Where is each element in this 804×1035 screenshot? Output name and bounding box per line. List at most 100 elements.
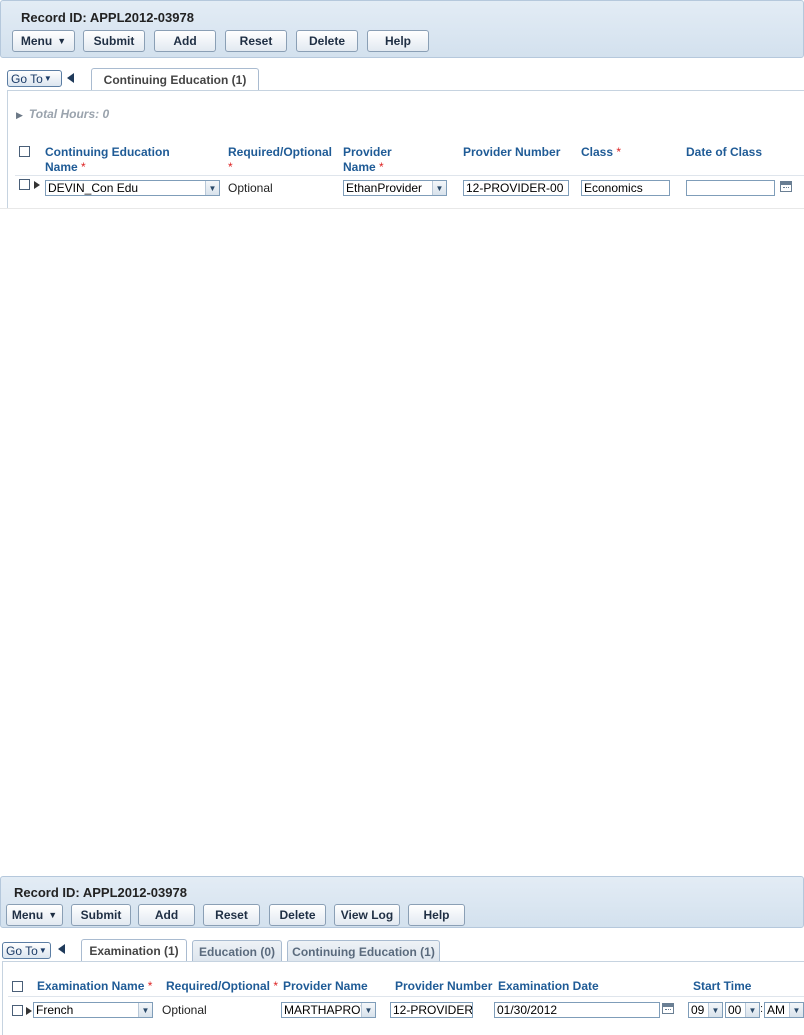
column-header-provider-line1: Provider [343, 145, 392, 159]
tab-label: Examination (1) [89, 944, 179, 958]
goto-label: Go To [11, 71, 43, 86]
tab-label: Continuing Education (1) [292, 944, 435, 959]
provider-name-select[interactable]: EthanProvider ▼ [343, 180, 447, 196]
column-header-date-of-class[interactable]: Date of Class [686, 145, 762, 160]
total-hours-toggle[interactable]: ▶ Total Hours: 0 [16, 107, 109, 121]
time-separator: : [760, 1003, 764, 1015]
column-header-name-line1: Continuing Education [45, 145, 170, 159]
menu-button-label: Menu [11, 908, 44, 922]
header-divider [15, 175, 804, 176]
row-expand-icon[interactable] [26, 1007, 32, 1015]
start-minute-value: 00 [728, 1003, 742, 1017]
delete-button[interactable]: Delete [269, 904, 326, 926]
provider-number-input[interactable]: 12-PROVIDER-00 [463, 180, 569, 196]
required-marker: * [147, 979, 153, 993]
reset-button[interactable]: Reset [225, 30, 287, 52]
header-divider [8, 996, 804, 997]
provider-number-input[interactable]: 12-PROVIDER- [390, 1002, 473, 1018]
goto-label: Go To [6, 943, 38, 958]
required-optional-value: Optional [228, 181, 273, 195]
start-ampm-select[interactable]: AM ▼ [764, 1002, 804, 1018]
required-marker: * [81, 160, 86, 174]
tab-education[interactable]: Education (0) [192, 940, 282, 962]
start-ampm-value: AM [767, 1003, 785, 1017]
chevron-down-icon: ▼ [361, 1003, 375, 1017]
column-header-provider-number[interactable]: Provider Number [395, 979, 492, 994]
column-header-provider-name[interactable]: Provider Name * [343, 145, 392, 175]
column-header-required-optional[interactable]: Required/Optional * [228, 145, 332, 175]
tab-continuing-education[interactable]: Continuing Education (1) [287, 940, 440, 962]
start-hour-select[interactable]: 09 ▼ [688, 1002, 723, 1018]
menu-button-label: Menu [20, 34, 53, 48]
required-marker: * [228, 160, 233, 174]
column-header-class[interactable]: Class * [581, 145, 621, 160]
calendar-icon[interactable] [780, 181, 792, 192]
tab-label: Continuing Education (1) [103, 73, 247, 87]
column-header-start-time[interactable]: Start Time [693, 979, 751, 994]
chevron-down-icon: ▼ [708, 1003, 722, 1017]
date-of-class-input[interactable] [686, 180, 775, 196]
chevron-down-icon: ▼ [432, 181, 446, 195]
column-header-required-optional[interactable]: Required/Optional * [166, 979, 278, 994]
continuing-education-name-select[interactable]: DEVIN_Con Edu ▼ [45, 180, 220, 196]
goto-button[interactable]: Go To ▼ [2, 942, 51, 959]
continuing-education-name-value: DEVIN_Con Edu [48, 181, 139, 195]
menu-caret-icon: ▼ [57, 36, 67, 46]
required-optional-value: Optional [162, 1003, 207, 1017]
row-checkbox[interactable] [12, 1005, 23, 1016]
column-header-examination-name-label: Examination Name [37, 979, 145, 993]
column-header-provider-number[interactable]: Provider Number [463, 145, 560, 160]
add-button[interactable]: Add [154, 30, 216, 52]
help-button[interactable]: Help [408, 904, 465, 926]
reset-button[interactable]: Reset [203, 904, 260, 926]
row-checkbox[interactable] [19, 179, 30, 190]
start-minute-select[interactable]: 00 ▼ [725, 1002, 760, 1018]
column-header-required-optional-label: Required/Optional [166, 979, 271, 993]
provider-name-value: EthanProvider [346, 181, 423, 195]
continuing-education-panel: Record ID: APPL2012-03978 Menu ▼ Submit … [0, 0, 804, 208]
chevron-down-icon: ▼ [138, 1003, 152, 1017]
tab-label: Education (0) [198, 944, 275, 959]
record-id: Record ID: APPL2012-03978 [14, 885, 187, 900]
column-header-name-line2: Name [45, 160, 78, 174]
required-marker: * [616, 145, 622, 159]
provider-name-select[interactable]: MARTHAPROV ▼ [281, 1002, 376, 1018]
column-header-name[interactable]: Continuing Education Name * [45, 145, 170, 175]
tab-examination[interactable]: Examination (1) [81, 939, 187, 962]
class-input[interactable]: Economics [581, 180, 670, 196]
chevron-down-icon: ▼ [745, 1003, 759, 1017]
provider-name-value: MARTHAPROV [284, 1003, 361, 1017]
tab-continuing-education[interactable]: Continuing Education (1) [91, 68, 259, 91]
row-expand-icon[interactable] [34, 181, 40, 189]
total-hours-label: Total Hours: 0 [28, 107, 110, 121]
required-marker: * [273, 979, 279, 993]
goto-caret-icon: ▼ [38, 946, 47, 955]
delete-button[interactable]: Delete [296, 30, 358, 52]
help-button[interactable]: Help [367, 30, 429, 52]
menu-button[interactable]: Menu ▼ [12, 30, 75, 52]
back-arrow-icon[interactable] [67, 73, 74, 83]
view-log-button[interactable]: View Log [334, 904, 400, 926]
column-header-examination-name[interactable]: Examination Name * [37, 979, 152, 994]
goto-button[interactable]: Go To ▼ [7, 70, 62, 87]
select-all-checkbox[interactable] [12, 981, 23, 992]
record-header: Record ID: APPL2012-03978 Menu ▼ Submit … [0, 0, 804, 58]
calendar-icon[interactable] [662, 1003, 674, 1014]
column-header-provider-name[interactable]: Provider Name [283, 979, 368, 994]
required-marker: * [379, 160, 384, 174]
start-hour-value: 09 [691, 1003, 705, 1017]
examination-date-input[interactable]: 01/30/2012 [494, 1002, 660, 1018]
section-divider [0, 208, 804, 209]
select-all-checkbox[interactable] [19, 146, 30, 157]
column-header-provider-line2: Name [343, 160, 376, 174]
submit-button[interactable]: Submit [71, 904, 131, 926]
column-header-required-optional-label: Required/Optional [228, 145, 333, 159]
menu-button[interactable]: Menu ▼ [6, 904, 63, 926]
back-arrow-icon[interactable] [58, 944, 65, 954]
add-button[interactable]: Add [138, 904, 195, 926]
column-header-examination-date[interactable]: Examination Date [498, 979, 599, 994]
examination-name-select[interactable]: French ▼ [33, 1002, 153, 1018]
expand-triangle-icon: ▶ [16, 110, 23, 120]
submit-button[interactable]: Submit [83, 30, 145, 52]
chevron-down-icon: ▼ [789, 1003, 803, 1017]
